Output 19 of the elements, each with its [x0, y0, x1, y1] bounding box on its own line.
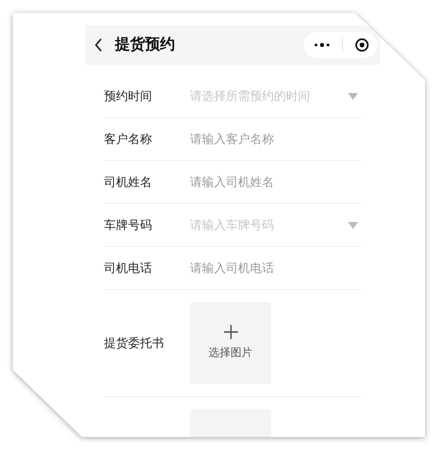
select-field[interactable]: 请输入车牌号码 [190, 216, 361, 234]
upload-button[interactable]: 选择图片 [190, 302, 271, 384]
input-field[interactable]: 请输入司机姓名 [190, 173, 361, 191]
close-icon[interactable] [355, 38, 369, 52]
input-field[interactable]: 请输入客户名称 [190, 130, 361, 148]
field-label: 车牌号码 [104, 217, 153, 234]
select-field[interactable]: 请选择所需预约的时间 [190, 87, 361, 105]
field-label: 客户名称 [104, 131, 153, 148]
field-label: 提货委托书 [104, 335, 165, 352]
field-label: 预约时间 [104, 88, 153, 105]
plus-icon [224, 324, 238, 339]
field-label: 司机电话 [104, 260, 153, 277]
dropdown-icon [348, 222, 358, 228]
field-label: 司机姓名 [104, 174, 153, 191]
page-title: 提货预约 [115, 34, 175, 55]
more-icon[interactable] [314, 42, 330, 48]
back-icon[interactable] [94, 38, 104, 52]
input-field[interactable]: 请输入司机电话 [190, 259, 361, 277]
dropdown-icon [348, 92, 358, 100]
